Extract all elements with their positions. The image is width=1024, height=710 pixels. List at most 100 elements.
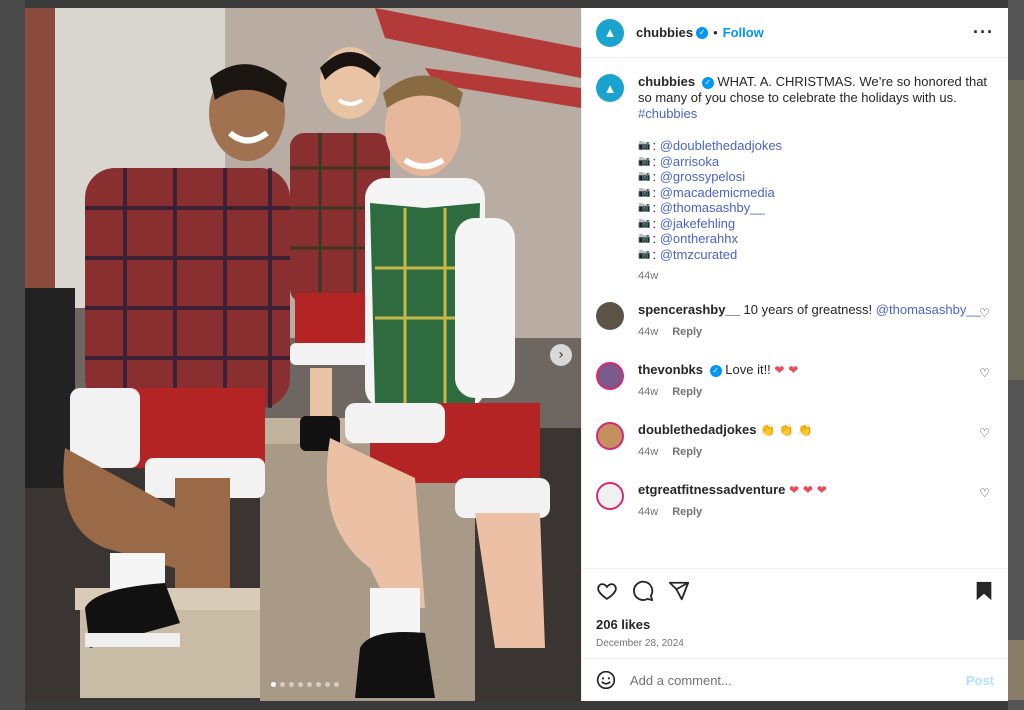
more-horizontal-icon: ··· xyxy=(973,22,994,42)
post-comment-button[interactable]: Post xyxy=(966,673,994,688)
like-comment-heart-icon[interactable]: ♡ xyxy=(979,306,990,320)
credit-mention[interactable]: @thomasashby__ xyxy=(660,200,765,216)
backdrop-left xyxy=(0,0,25,710)
reply-button[interactable]: Reply xyxy=(672,386,702,398)
like-comment-heart-icon[interactable]: ♡ xyxy=(979,426,990,440)
author-username[interactable]: chubbies xyxy=(636,25,693,40)
caption-time[interactable]: 44w xyxy=(638,270,658,282)
camera-icon: 📷 xyxy=(638,233,651,244)
credit-line: 📷: @arrisoka xyxy=(638,154,993,170)
comment-time[interactable]: 44w xyxy=(638,326,658,338)
comment-time[interactable]: 44w xyxy=(638,506,658,518)
commenter-username[interactable]: thevonbks xyxy=(638,362,703,377)
share-send-icon[interactable] xyxy=(668,580,690,602)
photo-credits: 📷: @doublethedadjokes 📷: @arrisoka 📷: @gro… xyxy=(638,138,993,262)
credit-line: 📷: @ontherahhx xyxy=(638,231,993,247)
more-options-button[interactable]: ··· xyxy=(973,22,994,43)
comment-emoji: ❤ ❤ ❤ xyxy=(789,483,827,497)
reply-button[interactable]: Reply xyxy=(672,326,702,338)
comment-meta: 44w Reply xyxy=(638,324,981,340)
caption-username[interactable]: chubbies xyxy=(638,74,695,89)
credit-line: 📷: @doublethedadjokes xyxy=(638,138,993,154)
caption-meta: 44w xyxy=(638,268,993,284)
comment-emoji: ❤ ❤ xyxy=(774,363,799,377)
comment-body: doublethedadjokes 👏 👏 👏 44w Reply xyxy=(638,422,813,460)
commenter-username[interactable]: doublethedadjokes xyxy=(638,422,756,437)
comment-time[interactable]: 44w xyxy=(638,446,658,458)
reply-button[interactable]: Reply xyxy=(672,446,702,458)
commenter-avatar[interactable] xyxy=(596,362,624,390)
comment-mention[interactable]: @thomasashby__ xyxy=(876,302,981,317)
carousel-next-button[interactable]: › xyxy=(550,344,572,366)
like-heart-icon[interactable] xyxy=(596,580,618,602)
camera-icon: 📷 xyxy=(638,248,651,260)
camera-icon: 📷 xyxy=(638,155,651,167)
tree-logo-icon: ▲ xyxy=(603,80,617,96)
comment-thread: spencerashby__ 10 years of greatness! @t… xyxy=(596,302,994,520)
commenter-avatar[interactable] xyxy=(596,302,624,330)
comments-list[interactable]: ▲ chubbies ✓ WHAT. A. CHRISTMAS. We’re s… xyxy=(582,58,1008,568)
carousel-dot xyxy=(280,682,285,687)
comment-input[interactable] xyxy=(630,672,966,688)
photo-illustration xyxy=(25,8,581,701)
credit-mention[interactable]: @jakefehling xyxy=(660,216,735,232)
like-comment-heart-icon[interactable]: ♡ xyxy=(979,366,990,380)
credit-prefix: : xyxy=(652,138,657,153)
comment-meta: 44w Reply xyxy=(638,444,813,460)
credit-mention[interactable]: @grossypelosi xyxy=(660,169,745,185)
post-photo[interactable]: › xyxy=(25,8,581,701)
carousel-dot xyxy=(289,682,294,687)
verified-badge-icon: ✓ xyxy=(709,364,722,377)
credit-prefix: : xyxy=(652,215,657,231)
comment-text: 10 years of greatness! xyxy=(743,302,873,317)
carousel-dot xyxy=(325,682,330,687)
carousel-dot xyxy=(316,682,321,687)
credit-mention[interactable]: @tmzcurated xyxy=(660,247,738,263)
like-comment-heart-icon[interactable]: ♡ xyxy=(979,486,990,500)
comment-body: spencerashby__ 10 years of greatness! @t… xyxy=(638,302,981,340)
comment-body: thevonbks ✓ Love it!! ❤ ❤ 44w Reply xyxy=(638,362,798,400)
comment-bubble-icon[interactable] xyxy=(632,580,654,602)
carousel-dots xyxy=(271,682,339,687)
bookmark-saved-icon[interactable] xyxy=(974,580,994,602)
next-post-peek[interactable] xyxy=(1008,80,1024,380)
credit-line: 📷: @macademicmedia xyxy=(638,185,993,201)
carousel-dot xyxy=(298,682,303,687)
comment-time[interactable]: 44w xyxy=(638,386,658,398)
author-avatar[interactable]: ▲ xyxy=(596,18,624,47)
credit-prefix: : xyxy=(652,184,657,200)
comment-item: spencerashby__ 10 years of greatness! @t… xyxy=(596,302,994,340)
comment-meta: 44w Reply xyxy=(638,384,798,400)
comment-meta: 44w Reply xyxy=(638,504,827,520)
caption-avatar[interactable]: ▲ xyxy=(596,74,624,102)
emoji-smiley-icon[interactable] xyxy=(596,670,616,690)
credit-mention[interactable]: @ontherahhx xyxy=(660,231,738,247)
caption-hashtag[interactable]: #chubbies xyxy=(638,106,697,121)
camera-icon: 📷 xyxy=(638,171,651,182)
comment-item: doublethedadjokes 👏 👏 👏 44w Reply ♡ xyxy=(596,422,994,460)
caption-body: chubbies ✓ WHAT. A. CHRISTMAS. We’re so … xyxy=(638,74,993,284)
follow-button[interactable]: Follow xyxy=(723,25,764,40)
credit-mention[interactable]: @macademicmedia xyxy=(660,185,775,201)
commenter-avatar[interactable] xyxy=(596,422,624,450)
commenter-avatar[interactable] xyxy=(596,482,624,510)
commenter-username[interactable]: etgreatfitnessadventure xyxy=(638,482,785,497)
reply-button[interactable]: Reply xyxy=(672,506,702,518)
separator-dot: • xyxy=(713,25,718,40)
credit-mention[interactable]: @arrisoka xyxy=(660,154,719,170)
commenter-username[interactable]: spencerashby__ xyxy=(638,302,740,317)
camera-icon: 📷 xyxy=(638,186,651,198)
carousel-dot xyxy=(334,682,339,687)
post-date[interactable]: December 28, 2024 xyxy=(596,638,994,649)
camera-icon: 📷 xyxy=(638,217,651,229)
carousel-dot xyxy=(307,682,312,687)
add-comment-bar: Post xyxy=(582,658,1008,701)
comment-item: etgreatfitnessadventure ❤ ❤ ❤ 44w Reply ♡ xyxy=(596,482,994,520)
post-modal: › ▲ chubbies ✓ • Follow ··· ▲ chubbies ✓… xyxy=(25,8,1008,701)
next-post-peek-bottom xyxy=(1008,640,1024,700)
credit-mention[interactable]: @doublethedadjokes xyxy=(660,138,782,154)
comment-item: thevonbks ✓ Love it!! ❤ ❤ 44w Reply ♡ xyxy=(596,362,994,400)
credit-prefix: : xyxy=(652,231,657,246)
credit-line: 📷: @grossypelosi xyxy=(638,169,993,185)
likes-count[interactable]: 206 likes xyxy=(596,617,994,632)
